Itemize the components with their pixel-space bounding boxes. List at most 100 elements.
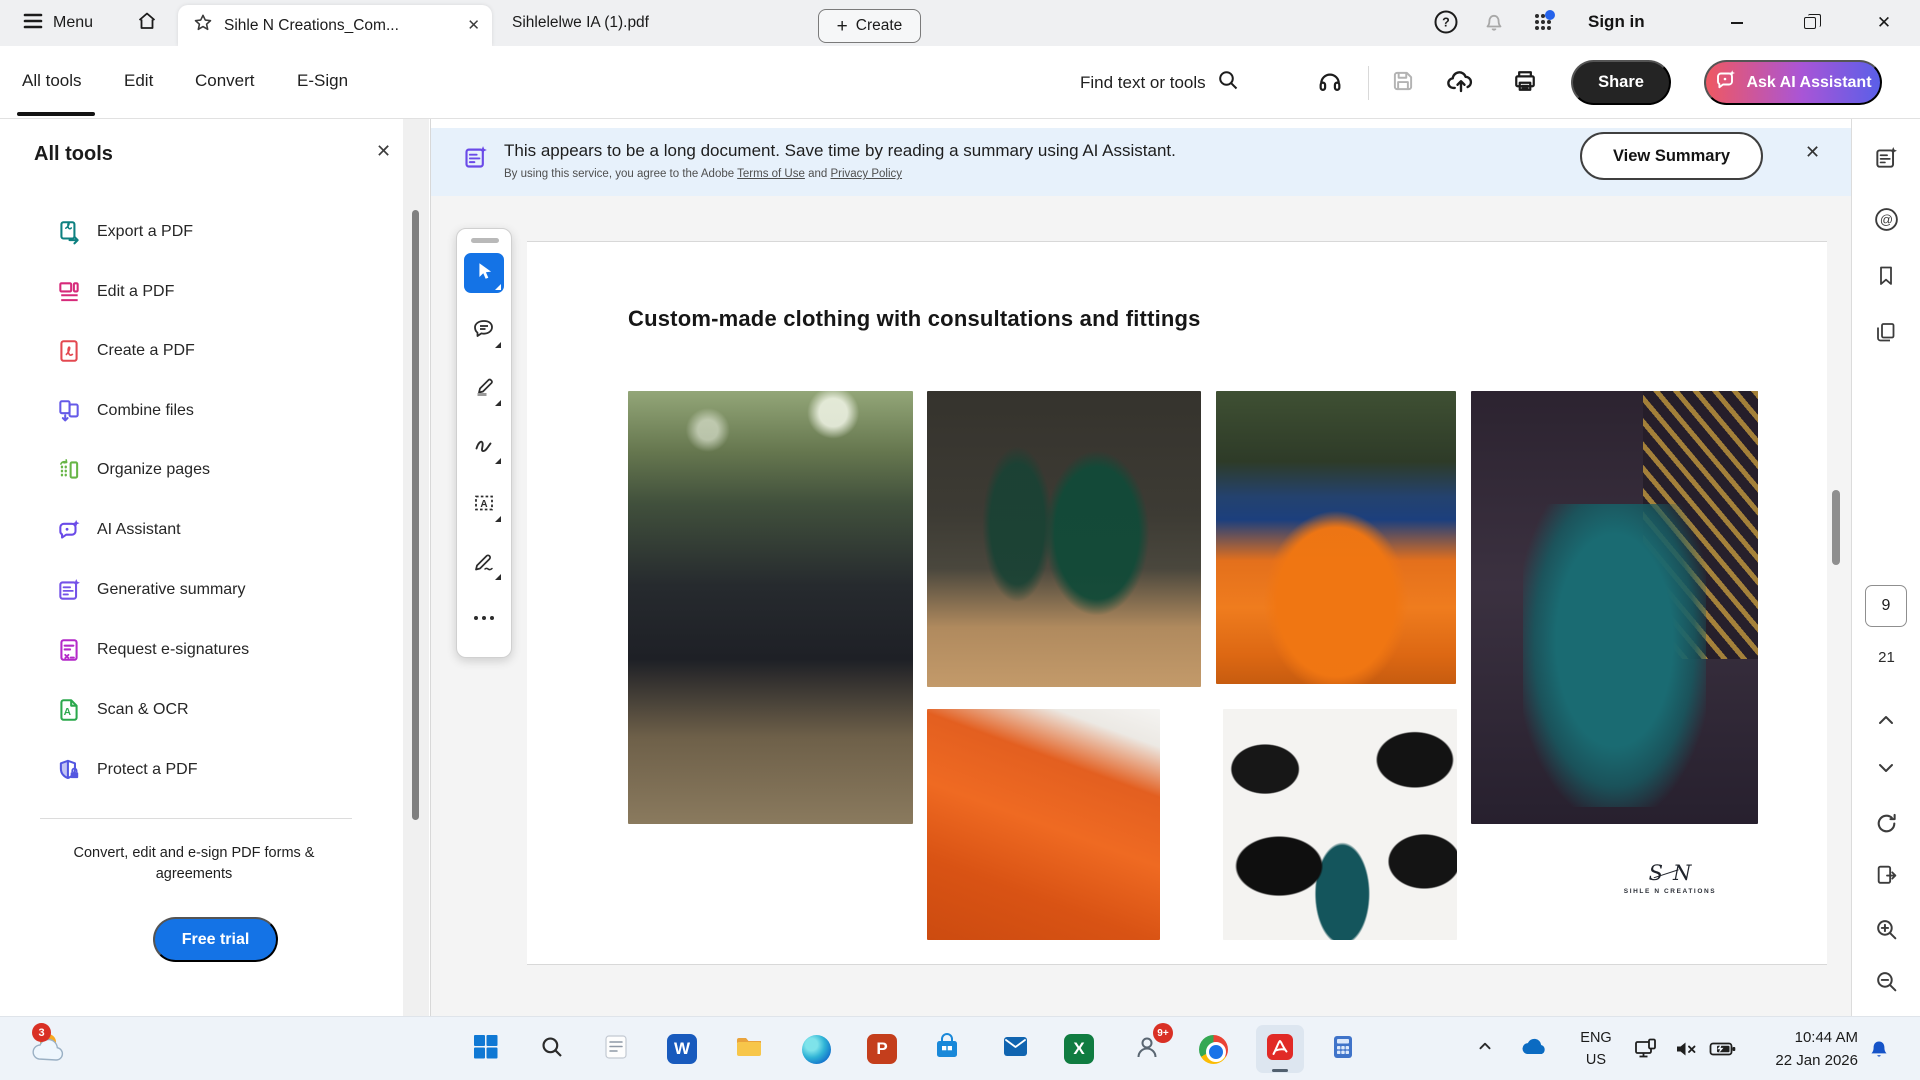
- network-button[interactable]: [1632, 1035, 1660, 1068]
- file-explorer-button[interactable]: [725, 1025, 773, 1073]
- select-tool-button[interactable]: [464, 253, 504, 293]
- tab-esign[interactable]: E-Sign: [297, 71, 348, 91]
- print-button[interactable]: [1506, 64, 1544, 102]
- notification-center-button[interactable]: [1866, 1035, 1892, 1066]
- scan-ocr-icon: A: [56, 697, 82, 723]
- close-button[interactable]: ✕: [1861, 0, 1907, 46]
- widgets-button[interactable]: 3: [26, 1027, 78, 1071]
- tool-item-edit-pdf[interactable]: Edit a PDF: [0, 268, 400, 316]
- tab-document-2[interactable]: Sihlelelwe IA (1).pdf: [500, 0, 710, 46]
- notifications-button[interactable]: [1479, 9, 1509, 39]
- read-aloud-button[interactable]: [1311, 64, 1349, 102]
- help-button[interactable]: ?: [1431, 9, 1461, 39]
- generative-summary-panel-button[interactable]: [1871, 145, 1901, 175]
- terms-of-use-link[interactable]: Terms of Use: [737, 168, 805, 180]
- find-text-button[interactable]: Find text or tools: [1080, 68, 1240, 97]
- tab-label: Sihlelelwe IA (1).pdf: [512, 14, 649, 32]
- text-box-tool-button[interactable]: A: [464, 485, 504, 525]
- attachments-panel-button[interactable]: @: [1871, 207, 1901, 237]
- tab-document-1[interactable]: Sihle N Creations_Com... ✕: [178, 5, 492, 46]
- share-button[interactable]: Share: [1571, 60, 1671, 105]
- tool-item-label: Protect a PDF: [97, 761, 197, 779]
- menu-button[interactable]: Menu: [22, 9, 93, 37]
- comment-tool-button[interactable]: [464, 311, 504, 351]
- start-button[interactable]: [461, 1025, 509, 1073]
- language-indicator[interactable]: ENG US: [1576, 1027, 1616, 1071]
- ask-ai-assistant-button[interactable]: Ask AI Assistant: [1704, 60, 1882, 105]
- volume-muted-icon: [1672, 1035, 1700, 1068]
- banner-close-button[interactable]: ✕: [1805, 142, 1820, 163]
- tool-item-combine-files[interactable]: Combine files: [0, 387, 400, 435]
- outlook-button[interactable]: [991, 1025, 1039, 1073]
- tool-item-label: Combine files: [97, 402, 194, 420]
- app-switcher-button[interactable]: [1528, 9, 1558, 39]
- battery-button[interactable]: [1708, 1035, 1738, 1068]
- tool-item-generative-summary[interactable]: Generative summary: [0, 566, 400, 614]
- privacy-policy-link[interactable]: Privacy Policy: [830, 168, 902, 180]
- panel-scrollbar-thumb[interactable]: [412, 210, 419, 820]
- tab-convert[interactable]: Convert: [195, 71, 255, 91]
- fill-sign-tool-button[interactable]: [464, 543, 504, 583]
- ai-assistant-icon: [56, 517, 82, 543]
- previous-page-button[interactable]: [1871, 707, 1901, 737]
- tray-overflow-button[interactable]: [1474, 1035, 1496, 1062]
- word-button[interactable]: W: [658, 1025, 706, 1073]
- view-summary-button[interactable]: View Summary: [1580, 132, 1763, 180]
- microsoft-store-button[interactable]: [923, 1025, 971, 1073]
- current-page-indicator[interactable]: 9: [1865, 585, 1907, 627]
- chrome-icon: [1199, 1035, 1228, 1064]
- people-button[interactable]: 9+: [1123, 1025, 1171, 1073]
- notepad-button[interactable]: [592, 1025, 640, 1073]
- zoom-out-button[interactable]: [1871, 969, 1901, 999]
- more-tools-button[interactable]: [464, 601, 504, 635]
- chrome-button[interactable]: [1189, 1025, 1237, 1073]
- tool-item-protect-pdf[interactable]: Protect a PDF: [0, 746, 400, 794]
- widgets-badge: 3: [32, 1023, 51, 1042]
- edge-icon: [802, 1035, 831, 1064]
- save-icon: [1390, 68, 1416, 99]
- rotate-refresh-button[interactable]: [1871, 811, 1901, 841]
- create-button[interactable]: + Create: [818, 9, 921, 43]
- request-esignatures-icon: [56, 637, 82, 663]
- tool-item-scan-ocr[interactable]: A Scan & OCR: [0, 686, 400, 734]
- zoom-in-button[interactable]: [1871, 917, 1901, 947]
- onedrive-button[interactable]: [1519, 1035, 1549, 1062]
- taskbar-search-button[interactable]: [528, 1025, 576, 1073]
- sign-in-button[interactable]: Sign in: [1588, 12, 1645, 32]
- home-button[interactable]: [130, 8, 164, 38]
- calculator-button[interactable]: [1319, 1025, 1367, 1073]
- tool-item-create-pdf[interactable]: Create a PDF: [0, 327, 400, 375]
- save-button[interactable]: [1384, 64, 1422, 102]
- toolbar-drag-handle[interactable]: [471, 238, 499, 243]
- edge-button[interactable]: [792, 1025, 840, 1073]
- tool-item-export-pdf[interactable]: Export a PDF: [0, 208, 400, 256]
- tab-close-icon[interactable]: ✕: [467, 18, 480, 33]
- pdf-page-title: Custom-made clothing with consultations …: [628, 306, 1201, 332]
- powerpoint-button[interactable]: P: [858, 1025, 906, 1073]
- draw-tool-button[interactable]: [464, 427, 504, 467]
- svg-text:@: @: [1879, 212, 1892, 227]
- tool-item-ai-assistant[interactable]: AI Assistant: [0, 506, 400, 554]
- tool-item-request-esignatures[interactable]: Request e-signatures: [0, 626, 400, 674]
- upload-cloud-button[interactable]: [1442, 64, 1480, 102]
- cursor-icon: [473, 260, 495, 287]
- bookmarks-panel-button[interactable]: [1871, 263, 1901, 293]
- volume-button[interactable]: [1672, 1035, 1700, 1068]
- panel-close-button[interactable]: ✕: [376, 141, 391, 162]
- restore-button[interactable]: [1787, 0, 1833, 46]
- minimize-button[interactable]: [1714, 0, 1760, 46]
- free-trial-button[interactable]: Free trial: [153, 917, 278, 962]
- tool-item-organize-pages[interactable]: Organize pages: [0, 446, 400, 494]
- highlight-tool-button[interactable]: [464, 369, 504, 409]
- extract-pages-button[interactable]: [1871, 863, 1901, 893]
- excel-button[interactable]: X: [1055, 1025, 1103, 1073]
- clock[interactable]: 10:44 AM 22 Jan 2026: [1740, 1026, 1858, 1072]
- page-thumbnails-panel-button[interactable]: [1871, 319, 1901, 349]
- tab-edit[interactable]: Edit: [124, 71, 153, 91]
- tab-all-tools[interactable]: All tools: [22, 71, 82, 91]
- document-scrollbar-thumb[interactable]: [1832, 490, 1840, 565]
- acrobat-button[interactable]: [1256, 1025, 1304, 1073]
- next-page-button[interactable]: [1871, 755, 1901, 785]
- panel-scrollbar[interactable]: [403, 119, 429, 1016]
- star-icon[interactable]: [192, 12, 214, 39]
